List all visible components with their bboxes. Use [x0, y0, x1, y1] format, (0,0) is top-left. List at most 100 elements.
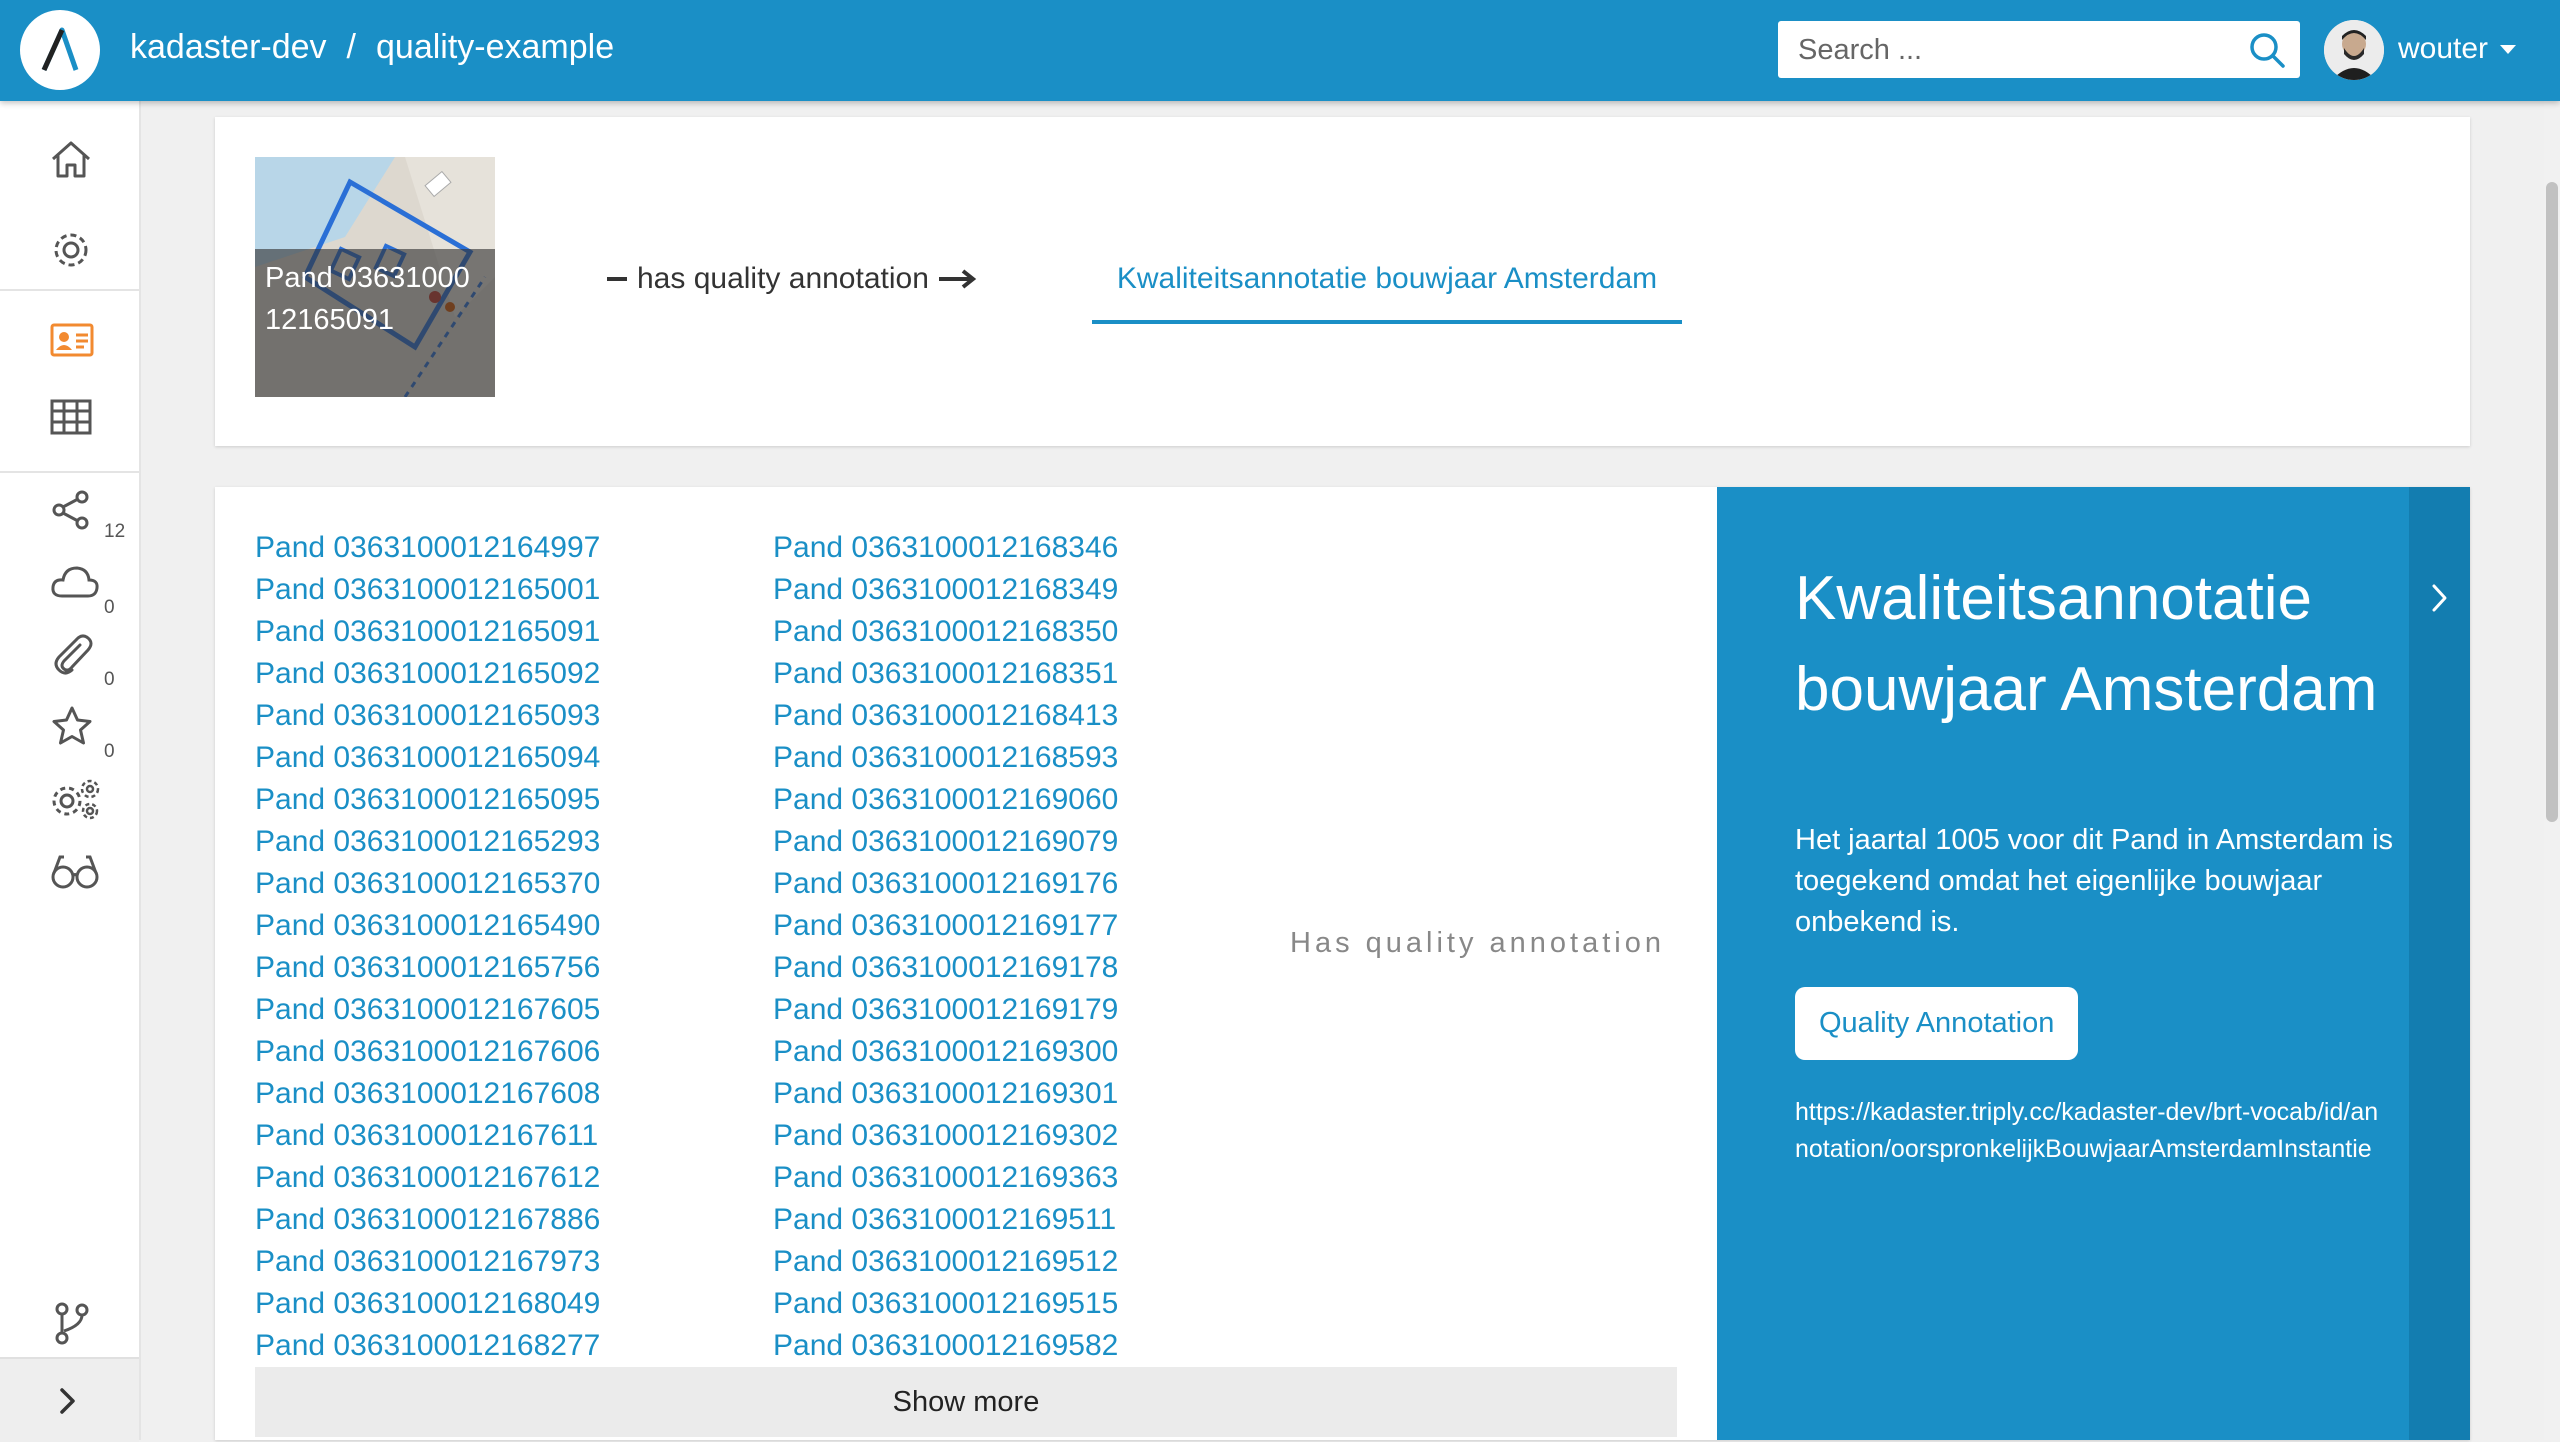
object-description: Het jaartal 1005 voor dit Pand in Amster…	[1795, 824, 2394, 938]
sidebar-item-table[interactable]	[0, 391, 139, 443]
breadcrumb: kadaster-dev / quality-example	[130, 28, 614, 67]
graphs-count: 12	[104, 521, 126, 542]
subject-link[interactable]: Pand 0363100012169582	[773, 1325, 1118, 1367]
subject-link[interactable]: Pand 0363100012169179	[773, 989, 1118, 1031]
subject-link[interactable]: Pand 0363100012167886	[255, 1199, 600, 1241]
subject-list-column-2: Pand 0363100012168346 Pand 03631000121683…	[773, 527, 1118, 1367]
subject-link[interactable]: Pand 0363100012165095	[255, 779, 600, 821]
subject-label: Pand 0363100012165091	[255, 249, 495, 397]
subject-link[interactable]: Pand 0363100012165001	[255, 569, 600, 611]
gear-icon	[54, 233, 88, 267]
object-title: Kwaliteitsannotatie bouwjaar Amsterdam	[1795, 564, 2378, 724]
subject-link[interactable]: Pand 0363100012167605	[255, 989, 600, 1031]
share-icon	[52, 490, 89, 530]
breadcrumb-org[interactable]: kadaster-dev	[130, 28, 327, 66]
subject-link[interactable]: Pand 0363100012169515	[773, 1283, 1118, 1325]
subject-link[interactable]: Pand 0363100012165091	[255, 611, 600, 653]
chevron-down-icon[interactable]	[2500, 45, 2516, 54]
type-button[interactable]: Quality Annotation	[1795, 987, 2079, 1060]
subject-link[interactable]: Pand 0363100012168351	[773, 653, 1118, 695]
sidebar-expand-button[interactable]	[0, 1357, 139, 1442]
subject-link[interactable]: Pand 0363100012168346	[773, 527, 1118, 569]
relation-caption: Has quality annotation	[1290, 927, 1665, 959]
cloud-icon	[51, 566, 99, 598]
subject-link[interactable]: Pand 0363100012169176	[773, 863, 1118, 905]
subject-link[interactable]: Pand 0363100012164997	[255, 527, 600, 569]
subject-link[interactable]: Pand 0363100012169177	[773, 905, 1118, 947]
subject-link[interactable]: Pand 0363100012167973	[255, 1241, 600, 1283]
subject-link[interactable]: Pand 0363100012169512	[773, 1241, 1118, 1283]
subject-link[interactable]: Pand 0363100012168593	[773, 737, 1118, 779]
relation-text: has quality annotation	[637, 262, 929, 295]
subject-link[interactable]: Pand 0363100012169060	[773, 779, 1118, 821]
gears-icon	[52, 779, 100, 820]
subject-link[interactable]: Pand 0363100012169511	[773, 1199, 1118, 1241]
avatar[interactable]	[2324, 20, 2384, 80]
subject-link[interactable]: Pand 0363100012165756	[255, 947, 600, 989]
chevron-right-icon	[2432, 584, 2447, 612]
tab-quality-annotation[interactable]: Kwaliteitsannotatie bouwjaar Amsterdam	[1092, 262, 1682, 324]
assets-count: 0	[104, 669, 115, 690]
sidebar-divider	[0, 289, 139, 291]
subject-link[interactable]: Pand 0363100012165093	[255, 695, 600, 737]
search-box	[1778, 21, 2300, 78]
glasses-icon	[51, 855, 99, 889]
sidebar-item-resource[interactable]	[0, 315, 139, 367]
subject-link[interactable]: Pand 0363100012165094	[255, 737, 600, 779]
subject-link[interactable]: Pand 0363100012168350	[773, 611, 1118, 653]
star-icon	[52, 706, 92, 745]
triply-logo-icon[interactable]	[20, 10, 100, 90]
subject-link[interactable]: Pand 0363100012169079	[773, 821, 1118, 863]
sidebar-item-versions[interactable]	[0, 1297, 139, 1347]
subject-link[interactable]: Pand 0363100012169178	[773, 947, 1118, 989]
sidebar-item-stories[interactable]: 0	[0, 701, 139, 762]
subject-link[interactable]: Pand 0363100012165293	[255, 821, 600, 863]
subject-map-thumbnail[interactable]: Pand 0363100012165091	[255, 157, 495, 397]
breadcrumb-separator: /	[346, 28, 356, 66]
sidebar: 12 0 0 0	[0, 101, 141, 1442]
sidebar-item-settings[interactable]	[0, 225, 139, 277]
subject-link[interactable]: Pand 0363100012165370	[255, 863, 600, 905]
sidebar-item-assets[interactable]: 0	[0, 629, 139, 690]
relation-line	[607, 277, 627, 281]
sidebar-item-insights[interactable]	[0, 845, 139, 901]
subject-link[interactable]: Pand 0363100012169301	[773, 1073, 1118, 1115]
top-bar: kadaster-dev / quality-example wouter	[0, 0, 2560, 101]
show-more-button[interactable]: Show more	[255, 1367, 1677, 1437]
id-card-icon	[50, 323, 94, 357]
paperclip-icon	[54, 634, 93, 675]
username[interactable]: wouter	[2398, 32, 2488, 66]
subject-link[interactable]: Pand 0363100012169302	[773, 1115, 1118, 1157]
subject-link[interactable]: Pand 0363100012167611	[255, 1115, 600, 1157]
breadcrumb-dataset[interactable]: quality-example	[376, 28, 614, 66]
subject-card: Pand 0363100012165091 has quality annota…	[215, 117, 2470, 446]
search-input[interactable]	[1796, 29, 2220, 71]
subject-link[interactable]: Pand 0363100012169363	[773, 1157, 1118, 1199]
subject-link[interactable]: Pand 0363100012168413	[773, 695, 1118, 737]
relation-label: has quality annotation	[607, 262, 977, 296]
git-branch-icon	[55, 1302, 89, 1345]
subject-link[interactable]: Pand 0363100012167612	[255, 1157, 600, 1199]
table-icon	[50, 399, 92, 435]
scrollbar-thumb[interactable]	[2546, 182, 2558, 822]
sidebar-item-services[interactable]: 0	[0, 557, 139, 618]
services-count: 0	[104, 597, 115, 618]
arrow-right-icon	[938, 269, 977, 289]
search-icon[interactable]	[2248, 31, 2286, 74]
subject-link[interactable]: Pand 0363100012168349	[773, 569, 1118, 611]
sidebar-divider	[0, 471, 139, 473]
subject-list-column-1: Pand 0363100012164997 Pand 03631000121650…	[255, 527, 600, 1367]
sidebar-item-graphs[interactable]: 12	[0, 485, 139, 545]
subject-link[interactable]: Pand 0363100012168277	[255, 1325, 600, 1367]
subject-link[interactable]: Pand 0363100012165490	[255, 905, 600, 947]
panel-next-button[interactable]	[2409, 487, 2470, 1440]
sidebar-item-admin[interactable]	[0, 773, 139, 829]
subject-link[interactable]: Pand 0363100012168049	[255, 1283, 600, 1325]
subject-link[interactable]: Pand 0363100012165092	[255, 653, 600, 695]
sidebar-item-home[interactable]	[0, 133, 139, 185]
chevron-right-icon	[60, 1388, 75, 1414]
subject-link[interactable]: Pand 0363100012167608	[255, 1073, 600, 1115]
subject-link[interactable]: Pand 0363100012169300	[773, 1031, 1118, 1073]
subject-link[interactable]: Pand 0363100012167606	[255, 1031, 600, 1073]
stories-count: 0	[104, 741, 115, 762]
